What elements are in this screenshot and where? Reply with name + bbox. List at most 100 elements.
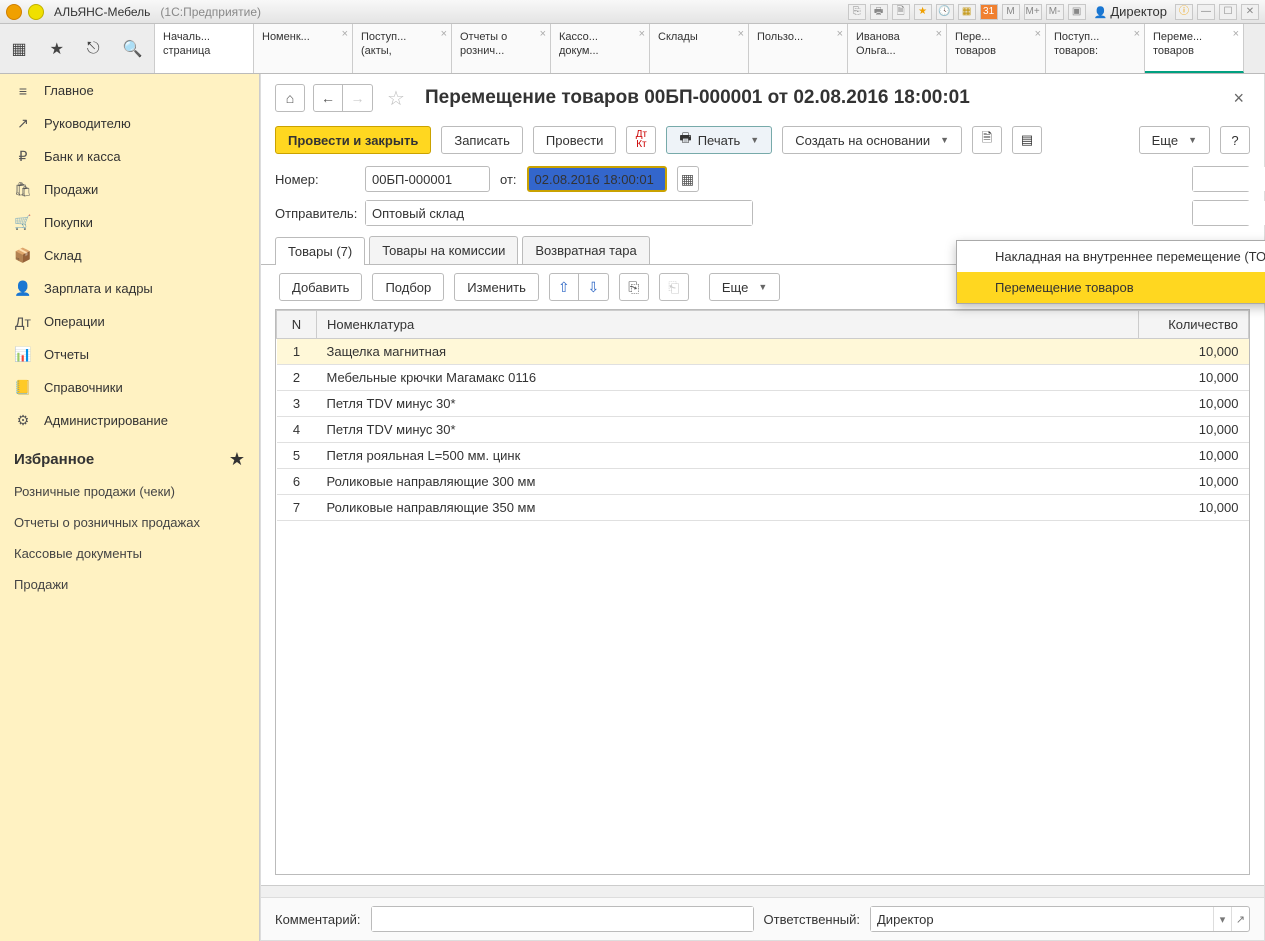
favorite-item[interactable]: Продажи: [0, 569, 259, 600]
sidebar-item[interactable]: ⚙Администрирование: [0, 404, 259, 437]
top-tab[interactable]: Началь...страница: [155, 24, 254, 73]
help-button[interactable]: ?: [1220, 126, 1250, 154]
sidebar-item[interactable]: ↗Руководителю: [0, 107, 259, 140]
doc-icon[interactable]: 🗎: [892, 4, 910, 20]
sidebar-item[interactable]: 🛍Продажи: [0, 173, 259, 206]
col-n[interactable]: N: [277, 311, 317, 339]
top-tab[interactable]: ×Поступ...(акты,: [353, 24, 452, 73]
save-button[interactable]: Записать: [441, 126, 523, 154]
favorite-item[interactable]: Розничные продажи (чеки): [0, 476, 259, 507]
change-button[interactable]: Изменить: [454, 273, 539, 301]
table-row[interactable]: 6Роликовые направляющие 300 мм10,000: [277, 469, 1249, 495]
favorite-item[interactable]: Кассовые документы: [0, 538, 259, 569]
top-tab[interactable]: ×Кассо...докум...: [551, 24, 650, 73]
m-minus-button[interactable]: M-: [1046, 4, 1064, 20]
sidebar-item[interactable]: ≡Главное: [0, 74, 259, 107]
comment-field[interactable]: [371, 906, 754, 932]
apps-icon[interactable]: ▦: [11, 39, 26, 59]
close-tab-icon[interactable]: ×: [441, 28, 447, 40]
close-tab-icon[interactable]: ×: [1134, 28, 1140, 40]
top-tab[interactable]: ×Переме...товаров: [1145, 24, 1244, 73]
table-row[interactable]: 7Роликовые направляющие 350 мм10,000: [277, 495, 1249, 521]
dt-kt-button[interactable]: ДтКт: [626, 126, 656, 154]
favorite-item[interactable]: Отчеты о розничных продажах: [0, 507, 259, 538]
m-button[interactable]: M: [1002, 4, 1020, 20]
post-button[interactable]: Провести: [533, 126, 617, 154]
table-row[interactable]: 4Петля TDV минус 30*10,000: [277, 417, 1249, 443]
responsible-field[interactable]: ▾ ↗: [870, 906, 1250, 932]
top-tab[interactable]: ×Отчеты орознич...: [452, 24, 551, 73]
tab-commission[interactable]: Товары на комиссии: [369, 236, 518, 264]
table-row[interactable]: 5Петля рояльная L=500 мм. цинк10,000: [277, 443, 1249, 469]
create-based-button[interactable]: Создать на основании▼: [782, 126, 962, 154]
sidebar-item[interactable]: 🛒Покупки: [0, 206, 259, 239]
col-qty[interactable]: Количество: [1139, 311, 1249, 339]
close-tab-icon[interactable]: ×: [837, 28, 843, 40]
sidebar-item[interactable]: ДтОперации: [0, 305, 259, 338]
close-tab-icon[interactable]: ×: [1233, 28, 1239, 40]
sidebar-item[interactable]: 📒Справочники: [0, 371, 259, 404]
sidebar-item[interactable]: 📊Отчеты: [0, 338, 259, 371]
move-up-button[interactable]: ⇧: [549, 273, 579, 301]
windows-icon[interactable]: ▣: [1068, 4, 1086, 20]
col-name[interactable]: Номенклатура: [317, 311, 1139, 339]
close-tab-icon[interactable]: ×: [342, 28, 348, 40]
sidebar-item[interactable]: 👤Зарплата и кадры: [0, 272, 259, 305]
pick-button[interactable]: Подбор: [372, 273, 444, 301]
top-tab[interactable]: ×Номенк...: [254, 24, 353, 73]
right-field-2[interactable]: ▾↗: [1192, 200, 1250, 226]
move-down-button[interactable]: ⇩: [579, 273, 609, 301]
sidebar-item[interactable]: ₽Банк и касса: [0, 140, 259, 173]
back-button[interactable]: ←: [313, 84, 343, 112]
top-tab[interactable]: ×Поступ...товаров:: [1046, 24, 1145, 73]
right-field-1[interactable]: ▾↗: [1192, 166, 1250, 192]
close-tab-icon[interactable]: ×: [738, 28, 744, 40]
top-tab[interactable]: ×Пользо...: [749, 24, 848, 73]
print-icon[interactable]: 🖶: [870, 4, 888, 20]
number-field[interactable]: 00БП-000001: [365, 166, 490, 192]
tab-returnable[interactable]: Возвратная тара: [522, 236, 649, 264]
link-icon[interactable]: ⎋: [87, 40, 100, 58]
sender-field[interactable]: [365, 200, 753, 226]
print-menu-torg13[interactable]: Накладная на внутреннее перемещение (ТОР…: [957, 241, 1265, 272]
calc-icon[interactable]: ▦: [958, 4, 976, 20]
m-plus-button[interactable]: M+: [1024, 4, 1042, 20]
dropdown-icon[interactable]: [28, 4, 44, 20]
top-tab[interactable]: ×Склады: [650, 24, 749, 73]
favorites-icon[interactable]: ★: [50, 39, 64, 59]
dropdown-icon[interactable]: ▾: [1213, 907, 1231, 931]
close-tab-icon[interactable]: ×: [936, 28, 942, 40]
close-window-button[interactable]: ✕: [1241, 4, 1259, 20]
print-preview-icon[interactable]: ⎘: [848, 4, 866, 20]
home-button[interactable]: ⌂: [275, 84, 305, 112]
table-row[interactable]: 1Защелка магнитная10,000: [277, 339, 1249, 365]
calendar-picker-icon[interactable]: ▦: [677, 166, 699, 192]
more-button[interactable]: Еще▼: [1139, 126, 1210, 154]
current-user[interactable]: 👤 Директор: [1094, 4, 1167, 19]
table-row[interactable]: 2Мебельные крючки Магамакс 011610,000: [277, 365, 1249, 391]
close-tab-icon[interactable]: ×: [1035, 28, 1041, 40]
close-doc-button[interactable]: ×: [1227, 88, 1250, 109]
calendar-icon[interactable]: 31: [980, 4, 998, 20]
top-tab[interactable]: ×Пере...товаров: [947, 24, 1046, 73]
print-menu-transfer[interactable]: Перемещение товаров: [957, 272, 1265, 303]
history-icon[interactable]: 🕓: [936, 4, 954, 20]
favorites-star-icon[interactable]: ★: [229, 449, 245, 470]
date-field[interactable]: 02.08.2016 18:00:01: [527, 166, 667, 192]
close-tab-icon[interactable]: ×: [540, 28, 546, 40]
files-button[interactable]: 🗎: [972, 126, 1002, 154]
search-icon[interactable]: 🔍: [123, 39, 143, 59]
paste-button[interactable]: ⎗: [659, 273, 689, 301]
info-icon[interactable]: ⓘ: [1175, 4, 1193, 20]
favorite-doc-icon[interactable]: ☆: [381, 84, 411, 112]
add-row-button[interactable]: Добавить: [279, 273, 362, 301]
forward-button[interactable]: →: [343, 84, 373, 112]
close-tab-icon[interactable]: ×: [639, 28, 645, 40]
horizontal-scrollbar[interactable]: [261, 885, 1264, 897]
print-button[interactable]: 🖶 Печать▼: [666, 126, 772, 154]
list-button[interactable]: ▤: [1012, 126, 1042, 154]
sidebar-item[interactable]: 📦Склад: [0, 239, 259, 272]
table-more-button[interactable]: Еще▼: [709, 273, 780, 301]
star-icon[interactable]: ★: [914, 4, 932, 20]
tab-goods[interactable]: Товары (7): [275, 237, 365, 265]
